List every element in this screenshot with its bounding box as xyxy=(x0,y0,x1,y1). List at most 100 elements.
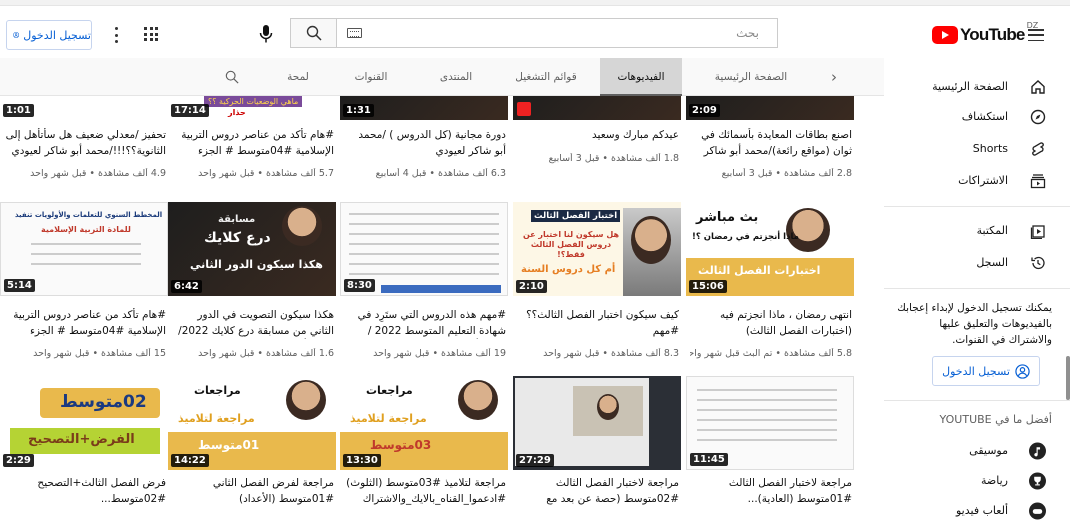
search-button[interactable] xyxy=(290,18,336,48)
duration-badge: 5:14 xyxy=(4,279,35,292)
tab-channels[interactable]: القنوات xyxy=(335,58,407,95)
sidebar-item-shorts[interactable]: Shorts xyxy=(884,132,1070,164)
sidebar-item-gaming[interactable]: ألعاب فيديو xyxy=(884,494,1070,526)
sidebar-item-label: الصفحة الرئيسية xyxy=(932,79,1008,93)
youtube-play-icon xyxy=(932,26,958,44)
video-title[interactable]: #مهم هذه الدروس التي ستَرِد في شهادة الت… xyxy=(344,308,506,339)
sidebar-item-home[interactable]: الصفحة الرئيسية xyxy=(884,70,1070,102)
microphone-icon[interactable] xyxy=(255,22,277,46)
video-title[interactable]: #هام تأكد من عناصر دروس التربية الإسلامي… xyxy=(4,308,166,339)
signin-prompt-text: يمكنك تسجيل الدخول لإبداء إعجابك بالفيدي… xyxy=(897,302,1052,346)
video-title[interactable]: مراجعة لفرض الفصل الثاني #01متوسط (الأعد… xyxy=(172,476,334,507)
apps-grid-icon[interactable] xyxy=(144,27,158,41)
thumb-caption: مراجعات xyxy=(366,384,413,397)
video-title[interactable]: مراجعة لتلاميذ #03متوسط (الثلوث) #ادعموا… xyxy=(344,476,506,507)
duration-badge: 11:45 xyxy=(690,453,728,466)
search-input[interactable] xyxy=(367,19,767,47)
sports-icon xyxy=(1029,472,1046,489)
presenter-avatar xyxy=(286,380,326,420)
duration-badge: 27:29 xyxy=(516,454,554,467)
video-title[interactable]: اصنع بطاقات المعايدة بأسمائك في ثوان (مو… xyxy=(690,128,852,159)
video-title[interactable]: هكذا سيكون التصويت في الدور الثاني من مس… xyxy=(172,308,334,339)
video-meta: 6.3 ألف مشاهدة • قبل 4 أسابيع xyxy=(375,168,506,179)
video-title[interactable]: انتهى رمضان ، ماذا انجزتم فيه (اختبارات … xyxy=(690,308,852,339)
video-thumbnail[interactable]: 11:45 xyxy=(686,376,854,470)
sidebar-item-history[interactable]: السجل xyxy=(884,246,1070,278)
page-scrollbar-thumb[interactable] xyxy=(1066,356,1070,400)
video-title[interactable]: دورة مجانية (كل الدروس ) /محمد أبو شاكر … xyxy=(344,128,506,159)
duration-badge: 8:30 xyxy=(344,279,375,292)
video-thumbnail[interactable]: بث مباشر ماذا أنجزتم في رمضان ؟! اختبارا… xyxy=(686,202,854,296)
tab-home[interactable]: الصفحة الرئيسية xyxy=(690,58,812,95)
sidebar-signin-button[interactable]: تسجيل الدخول xyxy=(932,356,1040,386)
video-meta: 4.9 ألف مشاهدة • قبل شهر واحد xyxy=(30,168,166,179)
video-title[interactable]: فرض الفصل الثالث+التصحيح #02متوسط... xyxy=(4,476,166,507)
tab-playlists[interactable]: قوائم التشغيل xyxy=(500,58,592,95)
account-icon xyxy=(13,32,20,38)
explore-icon xyxy=(1029,108,1046,125)
presenter-avatar xyxy=(458,380,498,420)
more-options-icon[interactable] xyxy=(108,24,124,46)
thumb-caption: 03متوسط xyxy=(370,438,432,452)
duration-badge: 1:01 xyxy=(3,104,34,117)
thumb-caption: مسابقة xyxy=(218,214,256,225)
duration-badge: 14:22 xyxy=(171,454,209,467)
video-thumbnail[interactable]: مراجعات مراجعة لتلاميذ 01متوسط 14:22 xyxy=(168,376,336,470)
tabs-prev-icon[interactable]: ‹ xyxy=(822,58,846,95)
thumb-caption: درع كلايك xyxy=(204,230,271,246)
video-thumbnail[interactable]: المخطط السنوي للتعلمات والأولويات تنفيذ … xyxy=(0,202,168,296)
sidebar-item-subscriptions[interactable]: الاشتراكات xyxy=(884,164,1070,196)
signin-button[interactable]: تسجيل الدخول xyxy=(6,20,92,50)
thumb-caption: هل سيكون لنا اختبار عن دروس الفصل الثالث… xyxy=(522,230,620,259)
music-icon xyxy=(1029,442,1046,459)
sidebar-item-sports[interactable]: رياضة xyxy=(884,464,1070,496)
video-meta: 2.8 ألف مشاهدة • قبل 3 أسابيع xyxy=(721,168,852,179)
tab-videos[interactable]: الفيديوهات xyxy=(600,58,682,96)
sidebar-item-explore[interactable]: استكشاف xyxy=(884,100,1070,132)
masthead: تسجيل الدخول YouTube DZ xyxy=(0,6,1070,58)
subscriptions-icon xyxy=(1029,172,1046,189)
sidebar-item-music[interactable]: موسيقى xyxy=(884,434,1070,466)
thumb-caption: هكذا سيكون الدور الثاني xyxy=(190,258,323,271)
video-meta: 15 ألف مشاهدة • قبل شهر واحد xyxy=(33,348,166,359)
video-title[interactable]: #هام تأكد من عناصر دروس التربية الإسلامي… xyxy=(172,128,334,159)
duration-badge: 17:14 xyxy=(171,104,209,117)
video-title[interactable]: مراجعة لاختبار الفصل الثالث #01متوسط (ال… xyxy=(690,476,852,507)
best-of-youtube-heading: أفضل ما في YOUTUBE xyxy=(939,413,1052,426)
video-meta: 5.7 ألف مشاهدة • قبل شهر واحد xyxy=(198,168,334,179)
tab-about[interactable]: لمحة xyxy=(270,58,326,95)
video-thumbnail[interactable]: 8:30 xyxy=(340,202,508,296)
channel-tabs: ‹ الصفحة الرئيسية الفيديوهات قوائم التشغ… xyxy=(0,58,884,96)
duration-badge: 2:09 xyxy=(689,104,720,117)
video-title[interactable]: عيدكم مبارك وسعيد xyxy=(517,128,679,144)
tab-community[interactable]: المنتدى xyxy=(420,58,492,95)
caption-band xyxy=(381,285,501,293)
thumb-caption: اختبار الفصل الثالث xyxy=(531,210,621,222)
sidebar-item-label: Shorts xyxy=(972,141,1008,155)
video-title[interactable]: كيف سيكون اختبار الفصل الثالث؟؟ #مهم #اد… xyxy=(517,308,679,339)
video-thumbnail[interactable]: 2:09 xyxy=(686,96,854,120)
video-thumbnail[interactable]: مسابقة درع كلايك هكذا سيكون الدور الثاني… xyxy=(168,202,336,296)
keyboard-icon[interactable] xyxy=(347,28,362,38)
channel-search-icon[interactable] xyxy=(218,58,246,95)
sidebar-item-library[interactable]: المكتبة xyxy=(884,214,1070,246)
duration-badge: 13:30 xyxy=(343,454,381,467)
video-thumbnail[interactable] xyxy=(513,96,681,120)
video-thumbnail[interactable]: 02متوسط الفرض+التصحيح 2:29 xyxy=(0,376,168,470)
youtube-logo[interactable]: YouTube DZ xyxy=(932,21,1038,47)
thumb-caption: مراجعة لتلاميذ xyxy=(350,412,427,425)
video-thumbnail[interactable]: 1:31 xyxy=(340,96,508,120)
video-thumbnail[interactable]: 27:29 xyxy=(513,376,681,470)
video-title[interactable]: تحفيز /معدلي ضعيف هل سأتأهل إلى الثانوية… xyxy=(4,128,166,159)
sidebar-item-label: السجل xyxy=(976,255,1008,269)
video-thumbnail[interactable]: 1:01 xyxy=(0,96,168,120)
duration-badge: 15:06 xyxy=(689,280,727,293)
sidebar-divider xyxy=(884,400,1070,401)
menu-icon[interactable] xyxy=(1028,29,1044,41)
video-thumbnail[interactable]: ماهي الوضعيات الحركية ؟؟ حذار 17:14 xyxy=(168,96,336,120)
logo-wordmark: YouTube xyxy=(960,25,1025,44)
duration-badge: 6:42 xyxy=(171,280,202,293)
video-thumbnail[interactable]: مراجعات مراجعة لتلاميذ 03متوسط 13:30 xyxy=(340,376,508,470)
video-thumbnail[interactable]: اختبار الفصل الثالث هل سيكون لنا اختبار … xyxy=(513,202,681,296)
video-title[interactable]: مراجعة لاختبار الفصل الثالث #02متوسط (حص… xyxy=(517,476,679,507)
